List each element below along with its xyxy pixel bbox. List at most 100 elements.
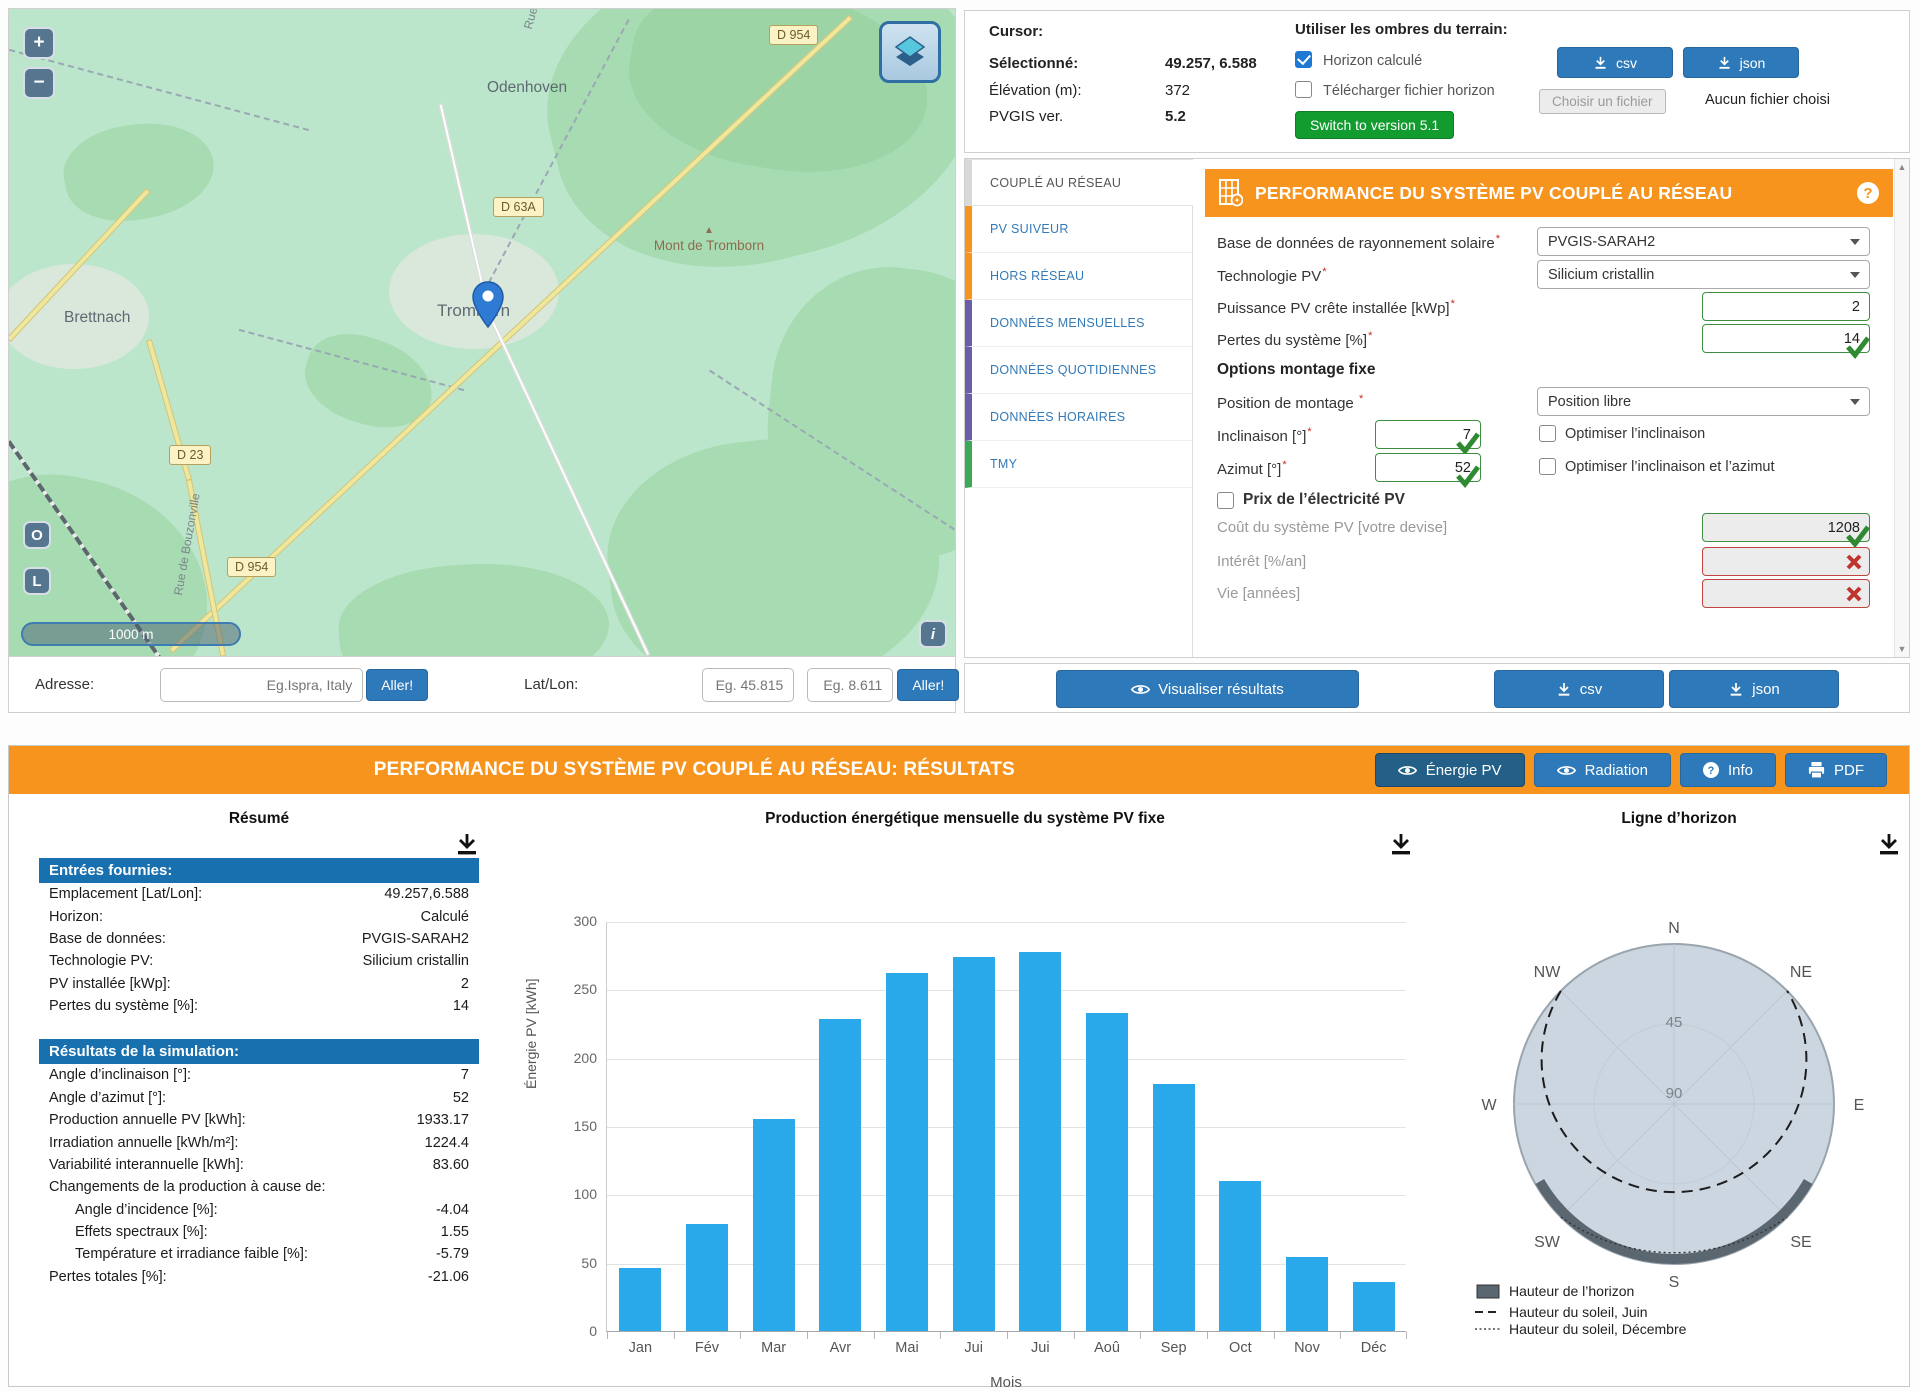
download-icon[interactable]	[455, 832, 479, 856]
tab-tmy[interactable]: TMY	[965, 441, 1193, 488]
version-value: 5.2	[1165, 108, 1186, 125]
form-scrollbar[interactable]: ▲ ▼	[1894, 159, 1909, 657]
power-input[interactable]: 2	[1702, 292, 1870, 321]
radial-tick-90: 90	[1666, 1085, 1683, 1102]
checkbox-unchecked-icon[interactable]	[1539, 425, 1556, 442]
upload-horizon-checkbox[interactable]: Télécharger fichier horizon	[1295, 81, 1495, 99]
compass-label-e: E	[1854, 1097, 1865, 1114]
tab-pv-suiveur[interactable]: PV SUIVEUR	[965, 206, 1193, 253]
pdf-button[interactable]: PDF	[1785, 753, 1887, 787]
y-tick-label: 300	[545, 913, 597, 929]
y-tick-label: 150	[545, 1118, 597, 1134]
gridline	[607, 922, 1406, 923]
table-row: Emplacement [Lat/Lon]:49.257,6.588	[39, 883, 479, 905]
compass-label-n: N	[1668, 920, 1680, 937]
choose-file-button[interactable]: Choisir un fichier	[1539, 89, 1666, 114]
mount-position-select[interactable]: Position libre	[1537, 387, 1870, 416]
peak-label: ▲ Mont de Tromborn	[649, 225, 769, 254]
visualize-results-button[interactable]: Visualiser résultats	[1056, 670, 1359, 708]
version-label: PVGIS ver.	[989, 108, 1063, 125]
lon-input[interactable]	[807, 668, 893, 702]
horizon-csv-button[interactable]: csv	[1557, 47, 1673, 78]
map[interactable]: Odenhoven Brettnach Tromborn ▲ Mont de T…	[9, 9, 955, 656]
row-label: Horizon:	[49, 909, 103, 925]
layers-icon[interactable]	[879, 21, 941, 83]
row-value: 1224.4	[425, 1135, 469, 1151]
y-tick-label: 100	[545, 1186, 597, 1202]
table-row: Base de données:PVGIS-SARAH2	[39, 928, 479, 950]
table-row: Angle d’azimut [°]:52	[39, 1087, 479, 1109]
info-button[interactable]: ? Info	[1680, 753, 1776, 787]
row-label: Variabilité interannuelle [kWh]:	[49, 1157, 244, 1173]
question-icon: ?	[1703, 762, 1719, 778]
tab-list: COUPLÉ AU RÉSEAUPV SUIVEURHORS RÉSEAUDON…	[965, 159, 1193, 657]
tech-label: Technologie PV*	[1217, 266, 1327, 285]
x-tick-mark	[1274, 1332, 1275, 1339]
results-json-button[interactable]: json	[1669, 670, 1839, 708]
tab-donn-es-quotidiennes[interactable]: DONNÉES QUOTIDIENNES	[965, 347, 1193, 394]
checkbox-unchecked-icon[interactable]	[1539, 458, 1556, 475]
chevron-down-icon	[1850, 399, 1860, 405]
chart-title: Production énergétique mensuelle du syst…	[509, 810, 1421, 828]
download-icon[interactable]	[1389, 832, 1413, 856]
row-label: Production annuelle PV [kWh]:	[49, 1112, 246, 1128]
db-select[interactable]: PVGIS-SARAH2	[1537, 227, 1870, 256]
map-o-button[interactable]: O	[23, 521, 51, 549]
valid-check-icon	[1845, 335, 1871, 359]
place-label-odenhoven: Odenhoven	[487, 79, 567, 97]
form-header: PERFORMANCE DU SYSTÈME PV COUPLÉ AU RÉSE…	[1205, 169, 1893, 217]
pv-panel-icon	[1219, 179, 1243, 207]
no-file-text: Aucun fichier choisi	[1705, 92, 1830, 108]
terrain-shadows-label: Utiliser les ombres du terrain:	[1295, 21, 1508, 38]
x-tick-label: Jui	[1007, 1340, 1074, 1356]
row-value: -21.06	[428, 1269, 469, 1285]
switch-version-button[interactable]: Switch to version 5.1	[1295, 111, 1454, 139]
scroll-down-icon[interactable]: ▼	[1895, 644, 1909, 654]
help-icon[interactable]: ?	[1857, 182, 1879, 204]
table-row: PV installée [kWp]:2	[39, 973, 479, 995]
table-row: Variabilité interannuelle [kWh]:83.60	[39, 1154, 479, 1176]
tab-coupl-au-r-seau[interactable]: COUPLÉ AU RÉSEAU	[965, 159, 1193, 206]
checkbox-unchecked-icon[interactable]	[1217, 492, 1234, 509]
address-input[interactable]	[160, 668, 363, 702]
latlon-go-button[interactable]: Aller!	[897, 669, 959, 701]
map-l-button[interactable]: L	[23, 567, 51, 595]
y-tick-label: 200	[545, 1050, 597, 1066]
mount-position-label: Position de montage *	[1217, 393, 1363, 412]
table-row: Changements de la production à cause de:	[39, 1176, 479, 1198]
row-label: PV installée [kWp]:	[49, 976, 171, 992]
scroll-up-icon[interactable]: ▲	[1895, 162, 1909, 172]
map-info-button[interactable]: i	[919, 620, 947, 648]
radiation-tab-button[interactable]: Radiation	[1534, 753, 1671, 787]
zoom-out-button[interactable]: −	[23, 67, 55, 99]
x-tick-mark	[940, 1332, 941, 1339]
row-value: 7	[461, 1067, 469, 1083]
pv-price-checkbox[interactable]: Prix de l’électricité PV	[1217, 491, 1405, 509]
horizon-json-button[interactable]: json	[1683, 47, 1799, 78]
checkbox-checked-icon[interactable]	[1295, 51, 1312, 68]
lat-input[interactable]	[702, 668, 794, 702]
latlon-label: Lat/Lon:	[524, 676, 578, 693]
y-tick-label: 50	[545, 1255, 597, 1271]
address-go-button[interactable]: Aller!	[366, 669, 428, 701]
optimize-slope-checkbox[interactable]: Optimiser l’inclinaison	[1539, 425, 1705, 442]
tab-donn-es-horaires[interactable]: DONNÉES HORAIRES	[965, 394, 1193, 441]
bar-avr	[819, 1019, 861, 1331]
zoom-in-button[interactable]: +	[23, 27, 55, 59]
slope-label: Inclinaison [°]*	[1217, 426, 1312, 445]
table-row: Pertes totales [%]:-21.06	[39, 1266, 479, 1288]
checkbox-unchecked-icon[interactable]	[1295, 81, 1312, 98]
download-icon[interactable]	[1877, 832, 1901, 856]
horizon-calculated-checkbox[interactable]: Horizon calculé	[1295, 51, 1422, 69]
optimize-both-checkbox[interactable]: Optimiser l’inclinaison et l’azimut	[1539, 458, 1775, 475]
energy-pv-tab-button[interactable]: Énergie PV	[1375, 753, 1525, 787]
bar-jui	[953, 957, 995, 1331]
tab-donn-es-mensuelles[interactable]: DONNÉES MENSUELLES	[965, 300, 1193, 347]
tech-select[interactable]: Silicium cristallin	[1537, 260, 1870, 289]
bar-fév	[686, 1224, 728, 1331]
tab-hors-r-seau[interactable]: HORS RÉSEAU	[965, 253, 1193, 300]
road-shield-d23: D 23	[169, 445, 211, 465]
results-csv-button[interactable]: csv	[1494, 670, 1664, 708]
row-value: -5.79	[436, 1246, 469, 1262]
y-tick-label: 0	[545, 1323, 597, 1339]
